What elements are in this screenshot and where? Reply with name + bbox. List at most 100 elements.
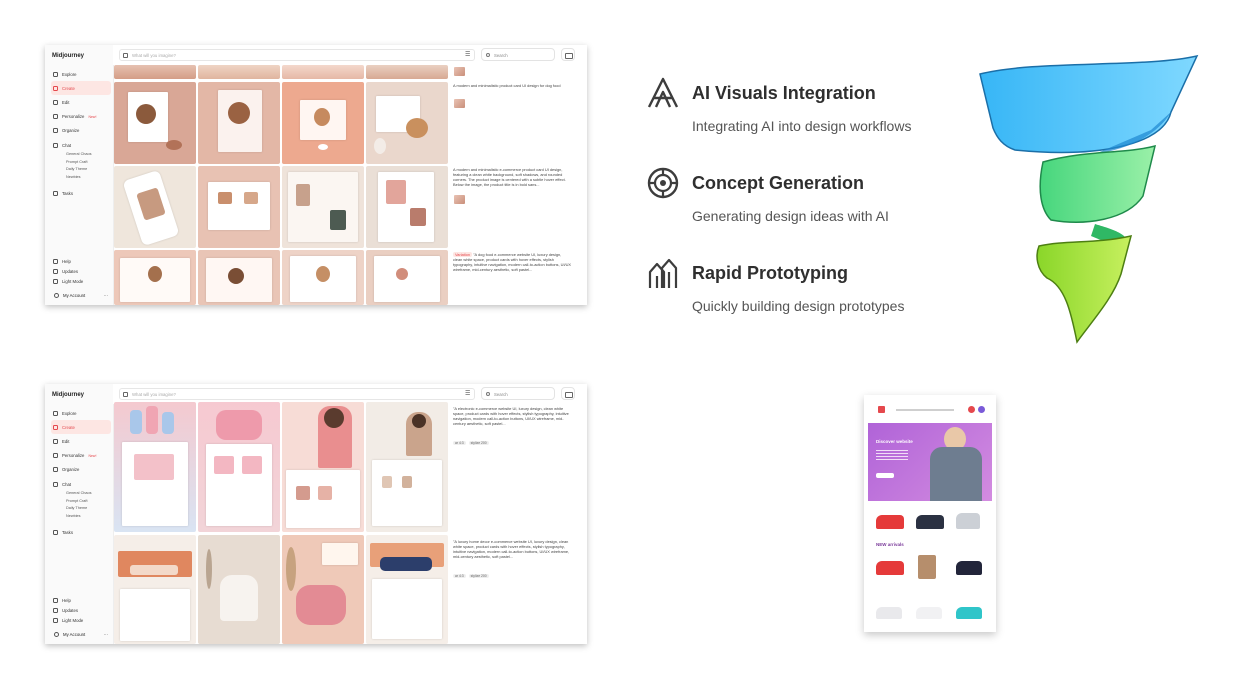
account-button[interactable]: My Account ··· bbox=[51, 289, 111, 301]
feature-subtitle: Quickly building design prototypes bbox=[692, 298, 905, 314]
image-tile[interactable] bbox=[366, 82, 448, 164]
image-tile[interactable] bbox=[114, 250, 196, 305]
chat-room-daily-theme[interactable]: Daily Theme bbox=[51, 167, 111, 175]
sidebar-bottom: Help Updates Light Mode My Account ··· bbox=[51, 595, 111, 640]
account-button[interactable]: My Account ··· bbox=[51, 628, 111, 640]
image-tile[interactable] bbox=[114, 402, 196, 532]
sidebar: Midjourney Explore Create Edit Personali… bbox=[45, 384, 114, 644]
image-tile[interactable] bbox=[366, 535, 448, 644]
image-tile[interactable] bbox=[366, 250, 448, 305]
sidebar-item-tasks[interactable]: Tasks bbox=[51, 526, 111, 540]
search-input[interactable]: Search bbox=[481, 48, 555, 61]
cart-icon[interactable] bbox=[968, 406, 975, 413]
prompt-text-variation[interactable]: Variation "A dog food e-commerce website… bbox=[453, 252, 571, 272]
image-tile[interactable] bbox=[366, 166, 448, 248]
tasks-icon bbox=[53, 530, 58, 536]
image-tile[interactable] bbox=[282, 166, 364, 248]
thumbnail[interactable] bbox=[454, 67, 465, 76]
midjourney-screenshot-top: Midjourney Explore Create Edit Personali… bbox=[45, 45, 587, 305]
image-tile[interactable] bbox=[366, 65, 448, 79]
image-tile[interactable] bbox=[198, 166, 280, 248]
image-tile[interactable] bbox=[198, 402, 280, 532]
prompt-text[interactable]: "A electronic e-commerce website UI, lux… bbox=[453, 406, 571, 426]
sidebar-item-tasks[interactable]: Tasks bbox=[51, 187, 111, 201]
sidebar-item-explore[interactable]: Explore bbox=[51, 67, 111, 81]
folder-icon[interactable] bbox=[561, 387, 575, 400]
chat-room-general-chaos[interactable]: General Chaos bbox=[51, 491, 111, 499]
product-card[interactable] bbox=[876, 515, 904, 529]
sidebar-item-chat[interactable]: Chat bbox=[51, 138, 111, 152]
image-tile[interactable] bbox=[114, 166, 196, 248]
thumbnail[interactable] bbox=[454, 195, 465, 204]
product-card[interactable] bbox=[916, 607, 942, 619]
light-mode-toggle[interactable]: Light Mode bbox=[51, 615, 111, 625]
image-tile[interactable] bbox=[282, 535, 364, 644]
chat-room-prompt-craft[interactable]: Prompt Craft bbox=[51, 160, 111, 168]
hero-cta-button[interactable] bbox=[876, 473, 894, 478]
chat-room-prompt-craft[interactable]: Prompt Craft bbox=[51, 499, 111, 507]
chat-icon bbox=[53, 481, 58, 487]
sidebar-item-chat[interactable]: Chat bbox=[51, 477, 111, 491]
sidebar-item-personalize[interactable]: Personalize New! bbox=[51, 449, 111, 463]
sun-icon bbox=[53, 617, 58, 623]
image-tile[interactable] bbox=[282, 82, 364, 164]
sidebar-item-organize[interactable]: Organize bbox=[51, 124, 111, 138]
hero-heading: Discover website bbox=[876, 439, 913, 444]
sidebar-item-edit[interactable]: Edit bbox=[51, 434, 111, 448]
sidebar-item-create[interactable]: Create bbox=[51, 81, 111, 96]
brush-icon bbox=[53, 424, 58, 430]
product-card[interactable] bbox=[956, 561, 982, 575]
image-tile[interactable] bbox=[282, 402, 364, 532]
updates-link[interactable]: Updates bbox=[51, 266, 111, 276]
image-tile[interactable] bbox=[282, 65, 364, 79]
image-tile[interactable] bbox=[282, 250, 364, 305]
help-link[interactable]: Help bbox=[51, 256, 111, 266]
chat-room-general-chaos[interactable]: General Chaos bbox=[51, 152, 111, 160]
prompt-text[interactable]: "A luxury home decor e-commerce website … bbox=[453, 539, 571, 559]
mockup-header bbox=[864, 395, 996, 423]
more-icon[interactable]: ··· bbox=[104, 632, 108, 637]
product-card[interactable] bbox=[956, 607, 982, 619]
sidebar-item-create[interactable]: Create bbox=[51, 420, 111, 435]
sidebar-item-organize[interactable]: Organize bbox=[51, 463, 111, 477]
sidebar-item-personalize[interactable]: Personalize New! bbox=[51, 110, 111, 124]
product-card[interactable] bbox=[876, 561, 904, 575]
sidebar: Midjourney Explore Create Edit Personali… bbox=[45, 45, 114, 305]
image-tile[interactable] bbox=[198, 82, 280, 164]
avatar-icon bbox=[54, 292, 59, 298]
help-link[interactable]: Help bbox=[51, 595, 111, 605]
settings-icon[interactable]: ☰ bbox=[465, 390, 470, 397]
image-tile[interactable] bbox=[198, 535, 280, 644]
sidebar-item-explore[interactable]: Explore bbox=[51, 406, 111, 420]
search-input[interactable]: Search bbox=[481, 387, 555, 400]
light-mode-toggle[interactable]: Light Mode bbox=[51, 276, 111, 286]
image-tile[interactable] bbox=[114, 65, 196, 79]
sidebar-item-edit[interactable]: Edit bbox=[51, 95, 111, 109]
product-card[interactable] bbox=[956, 513, 980, 529]
ai-logo-icon bbox=[647, 77, 679, 108]
image-tile[interactable] bbox=[366, 402, 448, 532]
feature-title: Concept Generation bbox=[692, 173, 865, 193]
prompt-input[interactable]: What will you imagine? bbox=[119, 388, 475, 400]
chat-room-newbies[interactable]: Newbies bbox=[51, 175, 111, 183]
folder-icon[interactable] bbox=[561, 48, 575, 61]
user-icon[interactable] bbox=[978, 406, 985, 413]
product-card[interactable] bbox=[876, 607, 902, 619]
prompt-text[interactable]: A modern and minimalistic e-commerce pro… bbox=[453, 167, 571, 187]
chat-room-daily-theme[interactable]: Daily Theme bbox=[51, 506, 111, 514]
prompt-input[interactable]: What will you imagine? bbox=[119, 49, 475, 61]
search-icon bbox=[486, 52, 490, 57]
prompt-text[interactable]: A modern and minimalistic product card U… bbox=[453, 83, 571, 88]
product-card[interactable] bbox=[918, 555, 936, 579]
sparkle-icon bbox=[53, 114, 58, 120]
settings-icon[interactable]: ☰ bbox=[465, 51, 470, 58]
chat-room-newbies[interactable]: Newbies bbox=[51, 514, 111, 522]
thumbnail[interactable] bbox=[454, 99, 465, 108]
image-tile[interactable] bbox=[198, 250, 280, 305]
updates-link[interactable]: Updates bbox=[51, 605, 111, 615]
more-icon[interactable]: ··· bbox=[104, 293, 108, 298]
image-tile[interactable] bbox=[114, 82, 196, 164]
image-tile[interactable] bbox=[114, 535, 196, 644]
image-tile[interactable] bbox=[198, 65, 280, 79]
product-card[interactable] bbox=[916, 515, 944, 529]
